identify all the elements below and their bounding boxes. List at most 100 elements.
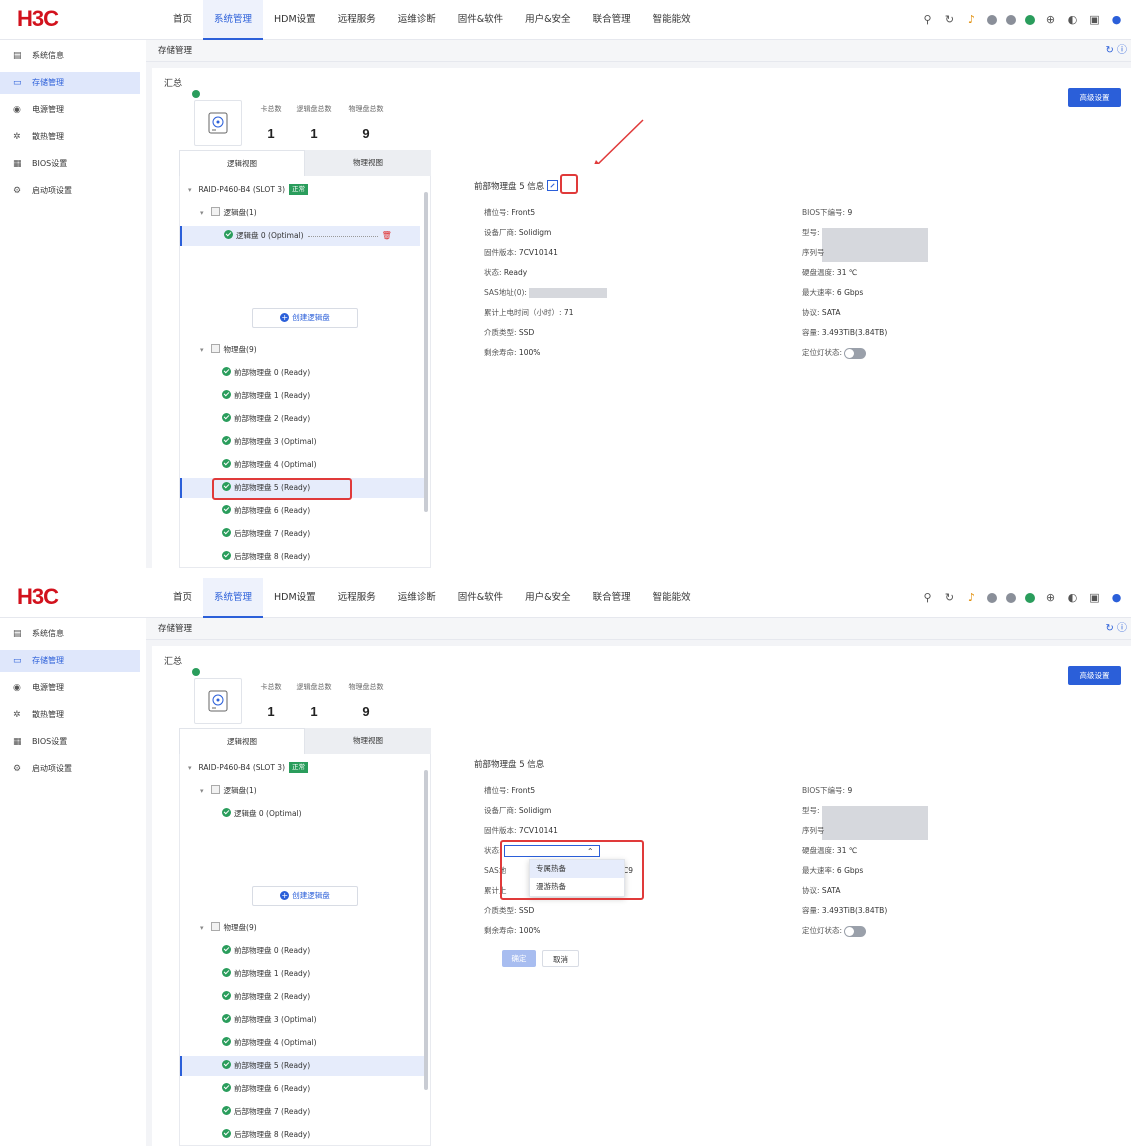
caret-icon[interactable]: ▾ — [188, 758, 192, 778]
tree-physical-disk-2[interactable]: 前部物理盘 2 (Ready) — [180, 987, 426, 1007]
power-icon[interactable] — [1025, 592, 1035, 603]
globe-icon[interactable]: ⊕ — [1044, 13, 1057, 26]
sidebar-item-cooling[interactable]: ✲ 散热管理 — [0, 704, 146, 726]
tab-physical-view[interactable]: 物理视图 — [305, 728, 431, 754]
sidebar-item-boot[interactable]: ⚙ 启动项设置 — [0, 180, 146, 202]
refresh-icon[interactable]: ↻ ⓘ — [1105, 618, 1127, 640]
theme-icon[interactable]: ◐ — [1066, 591, 1079, 604]
nav-home[interactable]: 首页 — [162, 578, 203, 618]
tree-physical-disk-7[interactable]: 后部物理盘 7 (Ready) — [180, 1102, 426, 1122]
nav-system[interactable]: 系统管理 — [203, 0, 264, 40]
edit-icon[interactable] — [547, 180, 559, 191]
tree-physical-disk-2[interactable]: 前部物理盘 2 (Ready) — [180, 409, 426, 429]
nav-user-security[interactable]: 用户&安全 — [514, 578, 581, 618]
search-icon[interactable]: ⚲ — [921, 13, 934, 26]
tree-physical-disk-0[interactable]: 前部物理盘 0 (Ready) — [180, 363, 426, 383]
nav-firmware[interactable]: 固件&软件 — [447, 0, 514, 40]
sidebar-item-power[interactable]: ◉ 电源管理 — [0, 677, 146, 699]
status-icon-1[interactable] — [987, 14, 997, 25]
sidebar-item-power[interactable]: ◉ 电源管理 — [0, 99, 146, 121]
tree-logical-group[interactable]: ▾ 逻辑盘(1) — [180, 203, 426, 223]
clipboard-icon[interactable]: ▣ — [1088, 591, 1101, 604]
caret-icon[interactable]: ▾ — [200, 340, 204, 360]
advanced-settings-button[interactable]: 高级设置 — [1068, 666, 1121, 685]
status-icon-2[interactable] — [1006, 14, 1016, 25]
sidebar-item-system-info[interactable]: ▤ 系统信息 — [0, 45, 146, 67]
cancel-button[interactable]: 取消 — [542, 950, 579, 967]
sidebar-item-bios[interactable]: ▦ BIOS设置 — [0, 731, 146, 753]
tree-physical-disk-4[interactable]: 前部物理盘 4 (Optimal) — [180, 1033, 426, 1053]
tree-controller[interactable]: ▾ RAID-P460-B4 (SLOT 3) 正常 — [180, 180, 426, 200]
create-logical-disk-button[interactable]: + 创建逻辑盘 — [252, 886, 358, 906]
nav-firmware[interactable]: 固件&软件 — [447, 578, 514, 618]
sidebar-item-cooling[interactable]: ✲ 散热管理 — [0, 126, 146, 148]
tree-physical-disk-3[interactable]: 前部物理盘 3 (Optimal) — [180, 1010, 426, 1030]
tree-physical-disk-1[interactable]: 前部物理盘 1 (Ready) — [180, 386, 426, 406]
nav-federation[interactable]: 联合管理 — [582, 0, 642, 40]
tree-physical-disk-6[interactable]: 前部物理盘 6 (Ready) — [180, 501, 426, 521]
refresh-icon[interactable]: ↻ ⓘ — [1105, 40, 1127, 62]
tree-physical-disk-0[interactable]: 前部物理盘 0 (Ready) — [180, 941, 426, 961]
tree-physical-group[interactable]: ▾ 物理盘(9) — [180, 918, 426, 938]
nav-home[interactable]: 首页 — [162, 0, 203, 40]
locator-toggle[interactable] — [844, 925, 867, 937]
caret-icon[interactable]: ▾ — [200, 918, 204, 938]
tree-logical-group[interactable]: ▾ 逻辑盘(1) — [180, 781, 426, 801]
nav-hdm[interactable]: HDM设置 — [263, 0, 327, 40]
refresh-icon[interactable]: ↻ — [943, 591, 956, 604]
nav-remote[interactable]: 远程服务 — [327, 0, 387, 40]
tree-physical-group[interactable]: ▾ 物理盘(9) — [180, 340, 426, 360]
refresh-icon[interactable]: ↻ — [943, 13, 956, 26]
tree-physical-disk-7[interactable]: 后部物理盘 7 (Ready) — [180, 524, 426, 544]
nav-energy[interactable]: 智能能效 — [642, 578, 702, 618]
nav-diagnose[interactable]: 运维诊断 — [387, 0, 447, 40]
nav-remote[interactable]: 远程服务 — [327, 578, 387, 618]
tree-physical-disk-1[interactable]: 前部物理盘 1 (Ready) — [180, 964, 426, 984]
tree-physical-disk-5[interactable]: 前部物理盘 5 (Ready) — [180, 1056, 426, 1076]
tab-logical-view[interactable]: 逻辑视图 — [179, 728, 305, 754]
tree-scrollbar[interactable] — [424, 770, 428, 1090]
search-icon[interactable]: ⚲ — [921, 591, 934, 604]
sidebar-item-boot[interactable]: ⚙ 启动项设置 — [0, 758, 146, 780]
tree-physical-disk-3[interactable]: 前部物理盘 3 (Optimal) — [180, 432, 426, 452]
tree-physical-disk-8[interactable]: 后部物理盘 8 (Ready) — [180, 1125, 426, 1145]
theme-icon[interactable]: ◐ — [1066, 13, 1079, 26]
detail-key: 槽位号: — [484, 208, 510, 217]
sidebar-item-storage[interactable]: ▭ 存储管理 — [0, 650, 140, 672]
nav-diagnose[interactable]: 运维诊断 — [387, 578, 447, 618]
caret-icon[interactable]: ▾ — [188, 180, 192, 200]
clipboard-icon[interactable]: ▣ — [1088, 13, 1101, 26]
user-avatar-icon[interactable]: ● — [1110, 591, 1123, 604]
bell-icon[interactable]: ♪ — [965, 13, 978, 26]
tree-physical-disk-4[interactable]: 前部物理盘 4 (Optimal) — [180, 455, 426, 475]
trash-icon[interactable]: 🗑 — [382, 231, 392, 240]
globe-icon[interactable]: ⊕ — [1044, 591, 1057, 604]
tree-controller[interactable]: ▾ RAID-P460-B4 (SLOT 3) 正常 — [180, 758, 426, 778]
tab-logical-view[interactable]: 逻辑视图 — [179, 150, 305, 176]
status-icon-2[interactable] — [1006, 592, 1016, 603]
tree-physical-disk-8[interactable]: 后部物理盘 8 (Ready) — [180, 547, 426, 567]
tab-physical-view[interactable]: 物理视图 — [305, 150, 431, 176]
nav-system[interactable]: 系统管理 — [203, 578, 264, 618]
tree-scrollbar[interactable] — [424, 192, 428, 512]
confirm-button[interactable]: 确定 — [502, 950, 536, 967]
nav-federation[interactable]: 联合管理 — [582, 578, 642, 618]
status-icon-1[interactable] — [987, 592, 997, 603]
tree-logical-disk[interactable]: 逻辑盘 0 (Optimal) 🗑 — [180, 226, 420, 246]
power-icon[interactable] — [1025, 14, 1035, 25]
user-avatar-icon[interactable]: ● — [1110, 13, 1123, 26]
caret-icon[interactable]: ▾ — [200, 781, 204, 801]
locator-toggle[interactable] — [844, 347, 867, 359]
advanced-settings-button[interactable]: 高级设置 — [1068, 88, 1121, 107]
bell-icon[interactable]: ♪ — [965, 591, 978, 604]
create-logical-disk-button[interactable]: + 创建逻辑盘 — [252, 308, 358, 328]
nav-hdm[interactable]: HDM设置 — [263, 578, 327, 618]
sidebar-item-bios[interactable]: ▦ BIOS设置 — [0, 153, 146, 175]
nav-energy[interactable]: 智能能效 — [642, 0, 702, 40]
caret-icon[interactable]: ▾ — [200, 203, 204, 223]
tree-physical-disk-6[interactable]: 前部物理盘 6 (Ready) — [180, 1079, 426, 1099]
sidebar-item-system-info[interactable]: ▤ 系统信息 — [0, 623, 146, 645]
nav-user-security[interactable]: 用户&安全 — [514, 0, 581, 40]
sidebar-item-storage[interactable]: ▭ 存储管理 — [0, 72, 140, 94]
tree-logical-disk[interactable]: 逻辑盘 0 (Optimal) — [180, 804, 426, 824]
